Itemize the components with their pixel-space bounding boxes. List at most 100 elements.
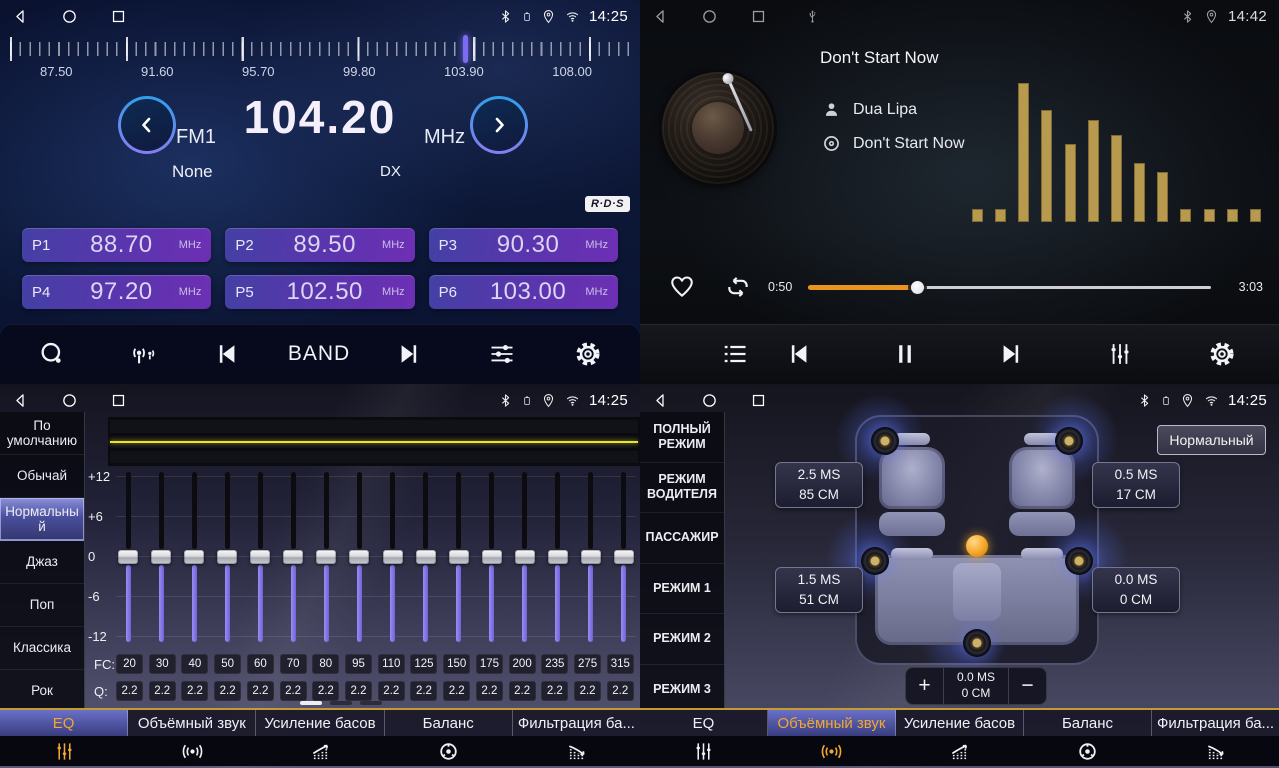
q-value[interactable]: 2.2 bbox=[312, 681, 339, 701]
preset-button-p6[interactable]: P6 103.00 MHz bbox=[429, 275, 618, 309]
fc-value[interactable]: 315 bbox=[607, 654, 634, 674]
eq-preset-normal[interactable]: Нормальный bbox=[0, 498, 84, 541]
band-button[interactable]: BAND bbox=[288, 342, 350, 366]
q-value[interactable]: 2.2 bbox=[214, 681, 241, 701]
broadcast-button[interactable] bbox=[128, 340, 156, 368]
slider-thumb[interactable] bbox=[515, 550, 535, 564]
tab-balance[interactable]: Баланс bbox=[1024, 710, 1152, 736]
previous-track-button[interactable] bbox=[786, 340, 814, 368]
fc-value[interactable]: 70 bbox=[280, 654, 307, 674]
slider-thumb[interactable] bbox=[581, 550, 601, 564]
tab-bass-boost[interactable]: Усиление басов bbox=[256, 710, 384, 736]
tab-surround-icon-cell[interactable] bbox=[128, 740, 256, 763]
tab-bass-icon-cell[interactable] bbox=[896, 740, 1024, 763]
eq-band-slider[interactable] bbox=[416, 472, 436, 642]
recents-icon[interactable] bbox=[750, 8, 767, 25]
slider-thumb[interactable] bbox=[383, 550, 403, 564]
q-value[interactable]: 2.2 bbox=[280, 681, 307, 701]
tab-balance-icon-cell[interactable] bbox=[1023, 740, 1151, 763]
eq-band-slider[interactable] bbox=[349, 472, 369, 642]
tab-filter[interactable]: Фильтрация ба... bbox=[513, 710, 640, 736]
repeat-button[interactable] bbox=[725, 274, 752, 301]
eq-band-slider[interactable] bbox=[250, 472, 270, 642]
eq-band-slider[interactable] bbox=[316, 472, 336, 642]
slider-thumb[interactable] bbox=[614, 550, 634, 564]
back-icon[interactable] bbox=[652, 8, 669, 25]
tune-up-button[interactable] bbox=[470, 96, 528, 154]
mixer-button[interactable] bbox=[1106, 340, 1134, 368]
eq-band-slider[interactable] bbox=[482, 472, 502, 642]
delay-rear-left-button[interactable]: 1.5 MS 51 CM bbox=[775, 567, 863, 613]
slider-thumb[interactable] bbox=[283, 550, 303, 564]
mode-1[interactable]: РЕЖИМ 1 bbox=[640, 564, 724, 615]
playlist-button[interactable] bbox=[721, 340, 749, 368]
fc-value[interactable]: 40 bbox=[181, 654, 208, 674]
fc-value[interactable]: 60 bbox=[247, 654, 274, 674]
eq-band-slider[interactable] bbox=[548, 472, 568, 642]
preset-button-p1[interactable]: P1 88.70 MHz bbox=[22, 228, 211, 262]
fc-value[interactable]: 175 bbox=[476, 654, 503, 674]
scan-button[interactable] bbox=[38, 340, 66, 368]
q-value[interactable]: 2.2 bbox=[574, 681, 601, 701]
fc-value[interactable]: 95 bbox=[345, 654, 372, 674]
q-value[interactable]: 2.2 bbox=[410, 681, 437, 701]
home-icon[interactable] bbox=[701, 392, 718, 409]
eq-preset-default[interactable]: По умолчанию bbox=[0, 412, 84, 455]
eq-band-slider[interactable] bbox=[283, 472, 303, 642]
recents-icon[interactable] bbox=[110, 392, 127, 409]
q-value[interactable]: 2.2 bbox=[443, 681, 470, 701]
delay-rear-right-button[interactable]: 0.0 MS 0 CM bbox=[1092, 567, 1180, 613]
decrement-button[interactable]: − bbox=[1009, 668, 1046, 704]
tab-balance-icon-cell[interactable] bbox=[384, 740, 512, 763]
delay-front-left-button[interactable]: 2.5 MS 85 CM bbox=[775, 462, 863, 508]
tab-surround[interactable]: Объёмный звук bbox=[128, 710, 256, 736]
fc-value[interactable]: 125 bbox=[410, 654, 437, 674]
recents-icon[interactable] bbox=[750, 392, 767, 409]
delay-front-right-button[interactable]: 0.5 MS 17 CM bbox=[1092, 462, 1180, 508]
slider-thumb[interactable] bbox=[449, 550, 469, 564]
mode-full[interactable]: ПОЛНЫЙ РЕЖИМ bbox=[640, 412, 724, 463]
eq-band-slider[interactable] bbox=[151, 472, 171, 642]
slider-thumb[interactable] bbox=[482, 550, 502, 564]
eq-band-slider[interactable] bbox=[614, 472, 634, 642]
tab-surround-icon-cell[interactable] bbox=[768, 740, 896, 763]
q-value[interactable]: 2.2 bbox=[541, 681, 568, 701]
tab-filter[interactable]: Фильтрация ба... bbox=[1152, 710, 1279, 736]
fc-value[interactable]: 235 bbox=[541, 654, 568, 674]
tab-surround[interactable]: Объёмный звук bbox=[768, 710, 896, 736]
slider-thumb[interactable] bbox=[184, 550, 204, 564]
fc-value[interactable]: 50 bbox=[214, 654, 241, 674]
tab-bass-boost[interactable]: Усиление басов bbox=[896, 710, 1024, 736]
eq-band-slider[interactable] bbox=[184, 472, 204, 642]
preset-button-p5[interactable]: P5 102.50 MHz bbox=[225, 275, 414, 309]
eq-band-slider[interactable] bbox=[118, 472, 138, 642]
fc-value[interactable]: 30 bbox=[149, 654, 176, 674]
q-value[interactable]: 2.2 bbox=[476, 681, 503, 701]
progress-thumb[interactable] bbox=[911, 281, 924, 294]
back-icon[interactable] bbox=[12, 8, 29, 25]
mode-2[interactable]: РЕЖИМ 2 bbox=[640, 614, 724, 665]
fc-value[interactable]: 150 bbox=[443, 654, 470, 674]
tab-eq[interactable]: EQ bbox=[640, 710, 768, 736]
eq-band-slider[interactable] bbox=[217, 472, 237, 642]
eq-band-slider[interactable] bbox=[383, 472, 403, 642]
pause-button[interactable] bbox=[891, 340, 919, 368]
home-icon[interactable] bbox=[61, 392, 78, 409]
eq-preset-jazz[interactable]: Джаз bbox=[0, 541, 84, 584]
tab-eq-icon-cell[interactable] bbox=[0, 740, 128, 763]
home-icon[interactable] bbox=[61, 8, 78, 25]
q-value[interactable]: 2.2 bbox=[509, 681, 536, 701]
eq-preset-rock[interactable]: Рок bbox=[0, 670, 84, 713]
mode-passenger[interactable]: ПАССАЖИР bbox=[640, 513, 724, 564]
tab-eq-icon-cell[interactable] bbox=[640, 740, 768, 763]
back-icon[interactable] bbox=[12, 392, 29, 409]
slider-thumb[interactable] bbox=[217, 550, 237, 564]
fc-value[interactable]: 110 bbox=[378, 654, 405, 674]
preset-button-p3[interactable]: P3 90.30 MHz bbox=[429, 228, 618, 262]
favorite-heart-button[interactable] bbox=[669, 274, 695, 300]
next-track-button[interactable] bbox=[996, 340, 1024, 368]
q-value[interactable]: 2.2 bbox=[345, 681, 372, 701]
mode-driver[interactable]: РЕЖИМ ВОДИТЕЛЯ bbox=[640, 463, 724, 514]
q-value[interactable]: 2.2 bbox=[116, 681, 143, 701]
fc-value[interactable]: 20 bbox=[116, 654, 143, 674]
